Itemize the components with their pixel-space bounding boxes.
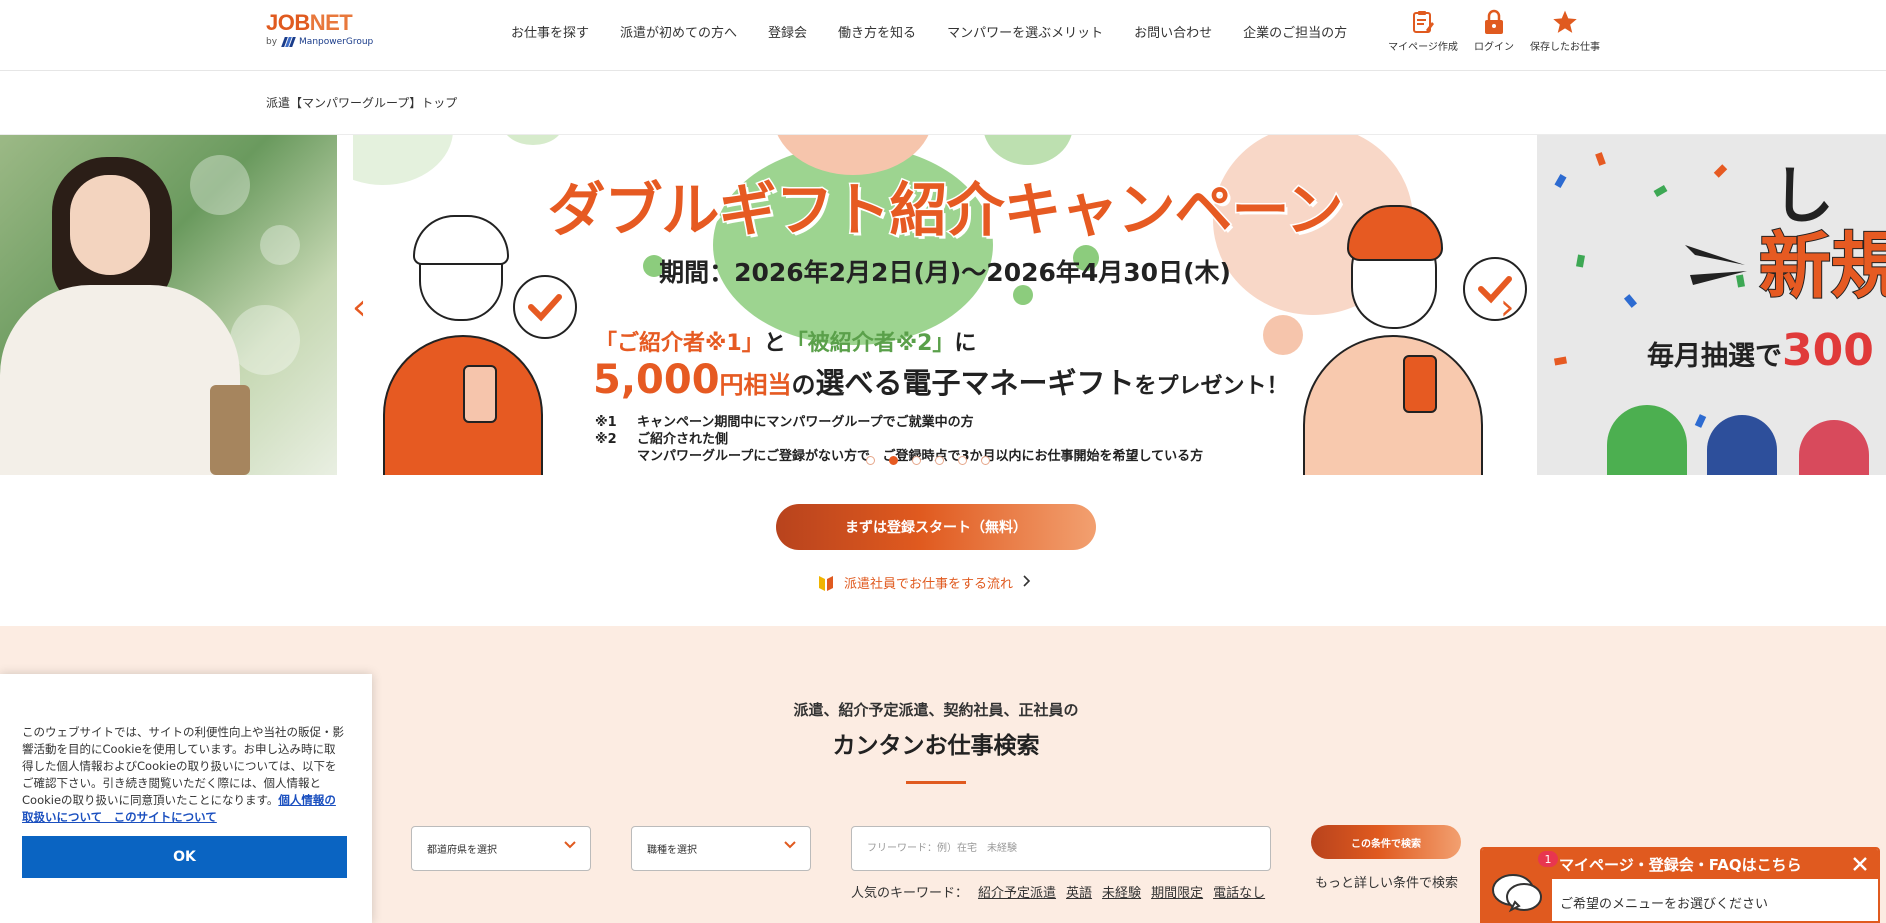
login-link[interactable]: ログイン xyxy=(1463,8,1525,53)
prefecture-select[interactable]: 都道府県を選択 xyxy=(411,826,591,871)
star-icon xyxy=(1552,8,1578,36)
check-bubble-left-icon xyxy=(513,275,577,339)
site-header: JOBNET by ManpowerGroup お仕事を探す 派遣が初めての方へ… xyxy=(0,0,1886,71)
cookie-consent-popup: このウェブサイトでは、サイトの利便性向上や当社の販促・影響活動を目的にCooki… xyxy=(0,674,372,923)
keyword-link[interactable]: 電話なし xyxy=(1213,882,1265,901)
nav-contact[interactable]: お問い合わせ xyxy=(1134,22,1212,41)
work-flow-link[interactable]: 派遣社員でお仕事をする流れ xyxy=(818,573,1031,592)
saved-jobs-link[interactable]: 保存したお仕事 xyxy=(1525,8,1605,53)
carousel-next-arrow[interactable]: › xyxy=(1500,287,1514,328)
mypage-create-link[interactable]: マイページ作成 xyxy=(1383,8,1463,53)
campaign-target-line: 「ご紹介者※1」と「被紹介者※2」に xyxy=(595,331,977,356)
nav-first-time[interactable]: 派遣が初めての方へ xyxy=(620,22,737,41)
carousel-dot[interactable] xyxy=(958,456,967,465)
nav-find-jobs[interactable]: お仕事を探す xyxy=(511,22,589,41)
burst-icon xyxy=(1685,245,1747,285)
register-start-button[interactable]: まずは登録スタート（無料） xyxy=(776,504,1096,550)
prev-slide-photo[interactable] xyxy=(0,135,337,475)
nav-registration[interactable]: 登録会 xyxy=(768,22,807,41)
advanced-search-link[interactable]: もっと詳しい条件で検索 xyxy=(1315,872,1458,891)
campaign-gift-line: 5,000円相当の選べる電子マネーギフトをプレゼント！ xyxy=(593,357,1289,403)
chat-message: ご希望のメニューをお選びください xyxy=(1560,897,1769,912)
popular-keywords: 人気のキーワード： 紹介予定派遣 英語 未経験 期間限定 電話なし xyxy=(851,882,1265,901)
manpower-mark-icon xyxy=(281,37,296,47)
carousel-dot[interactable] xyxy=(866,456,875,465)
keyword-link[interactable]: 英語 xyxy=(1066,882,1092,901)
logo-wordmark: JOBNET xyxy=(266,10,353,35)
woman-illustration xyxy=(373,215,573,475)
logo-subline: by ManpowerGroup xyxy=(266,37,374,47)
chevron-down-icon xyxy=(564,841,576,852)
carousel-prev-arrow[interactable]: ‹ xyxy=(352,287,366,328)
carousel-dots xyxy=(866,456,990,465)
check-bubble-right-icon xyxy=(1463,257,1527,321)
notification-badge: 1 xyxy=(1538,851,1558,867)
clipboard-icon xyxy=(1410,8,1436,36)
breadcrumb[interactable]: 派遣【マンパワーグループ】トップ xyxy=(266,94,457,111)
chat-bubble-icon xyxy=(1482,863,1552,921)
main-nav: お仕事を探す 派遣が初めての方へ 登録会 働き方を知る マンパワーを選ぶメリット… xyxy=(511,22,1347,41)
header-icon-links: マイページ作成 ログイン 保存したお仕事 xyxy=(1383,8,1605,53)
chat-widget[interactable]: マイページ・登録会・FAQはこちら 1 ご希望のメニューをお選びください xyxy=(1480,847,1880,923)
nav-corporate[interactable]: 企業のご担当の方 xyxy=(1243,22,1347,41)
freeword-input[interactable] xyxy=(851,826,1271,871)
search-submit-button[interactable]: この条件で検索 xyxy=(1311,825,1461,859)
nav-work-style[interactable]: 働き方を知る xyxy=(838,22,916,41)
chevron-right-icon xyxy=(1023,574,1031,591)
keyword-link[interactable]: 紹介予定派遣 xyxy=(978,882,1056,901)
close-icon[interactable] xyxy=(1850,854,1870,874)
carousel-dot[interactable] xyxy=(981,456,990,465)
lock-icon xyxy=(1481,8,1507,36)
job-type-select[interactable]: 職種を選択 xyxy=(631,826,811,871)
beginner-leaf-icon xyxy=(818,574,834,592)
man-illustration xyxy=(1303,205,1503,475)
carousel-dot[interactable] xyxy=(935,456,944,465)
jobnet-logo[interactable]: JOBNET by ManpowerGroup xyxy=(266,12,373,47)
nav-merits[interactable]: マンパワーを選ぶメリット xyxy=(947,22,1103,41)
chevron-down-icon xyxy=(784,841,796,852)
next-slide-banner[interactable]: し 新規 毎月抽選で300 xyxy=(1537,135,1886,475)
carousel-dot[interactable] xyxy=(889,456,898,465)
campaign-banner[interactable]: ダブルギフト紹介キャンペーン 期間：2026年2月2日(月)〜2026年4月30… xyxy=(353,135,1537,475)
keyword-link[interactable]: 未経験 xyxy=(1102,882,1141,901)
cookie-ok-button[interactable]: OK xyxy=(22,836,347,878)
title-underline xyxy=(906,781,966,784)
keyword-link[interactable]: 期間限定 xyxy=(1151,882,1203,901)
cookie-text: このウェブサイトでは、サイトの利便性向上や当社の販促・影響活動を目的にCooki… xyxy=(22,725,344,824)
carousel-dot[interactable] xyxy=(912,456,921,465)
hero-carousel: ダブルギフト紹介キャンペーン 期間：2026年2月2日(月)〜2026年4月30… xyxy=(0,135,1886,475)
